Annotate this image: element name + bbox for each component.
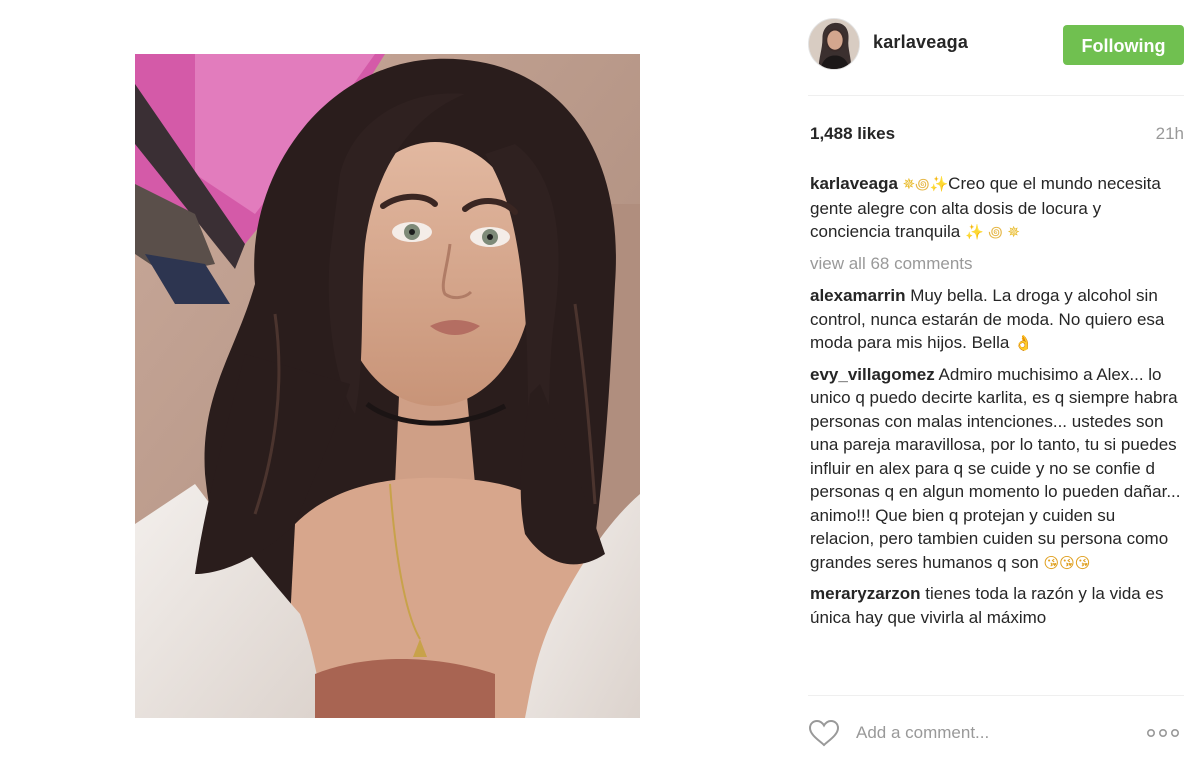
caption-username[interactable]: karlaveaga	[810, 174, 898, 193]
heart-outline-icon[interactable]	[808, 719, 840, 747]
kiss-face-emoji: 😘😘😘	[1043, 553, 1091, 572]
selfie-image	[135, 54, 640, 718]
comment-item: alexamarrin Muy bella. La droga y alcoho…	[810, 284, 1182, 356]
comment-username[interactable]: alexamarrin	[810, 286, 905, 305]
glowing-star-emoji: ✵	[902, 175, 916, 193]
header-username[interactable]: karlaveaga	[873, 32, 968, 53]
likes-count[interactable]: 1,488 likes	[810, 124, 895, 144]
glowing-star-emoji: ✵	[1007, 223, 1020, 241]
divider	[808, 95, 1184, 96]
sparkles-emoji: ✨	[965, 223, 984, 241]
more-options-icon[interactable]	[1146, 723, 1180, 743]
comment-text: Admiro muchisimo a Alex... lo unico q pu…	[810, 364, 1181, 572]
add-comment-input[interactable]	[854, 717, 1138, 749]
divider	[808, 695, 1184, 696]
dizzy-emoji: ꩜	[988, 223, 1003, 241]
ok-hand-emoji: 👌	[1014, 334, 1033, 352]
post-photo[interactable]	[135, 54, 640, 718]
following-button[interactable]: Following	[1063, 25, 1184, 65]
comment-footer	[808, 713, 1184, 753]
post-header: karlaveaga Following	[808, 18, 1184, 70]
dizzy-emoji: ꩜	[915, 175, 930, 193]
avatar[interactable]	[808, 18, 860, 70]
post-details-panel: karlaveaga Following 1,488 likes 21h kar…	[808, 0, 1188, 770]
comment-username[interactable]: evy_villagomez	[810, 365, 935, 384]
comment-item: evy_villagomez Admiro muchisimo a Alex..…	[810, 363, 1182, 576]
comment-item: meraryzarzon tienes toda la razón y la v…	[810, 582, 1182, 629]
comment-username[interactable]: meraryzarzon	[810, 584, 921, 603]
sparkles-emoji: ✨	[929, 175, 949, 193]
post-time[interactable]: 21h	[1156, 124, 1184, 144]
comments-list[interactable]: karlaveaga ✵꩜✨Creo que el mundo necesita…	[810, 172, 1182, 689]
view-all-comments-link[interactable]: view all 68 comments	[810, 252, 1182, 276]
caption: karlaveaga ✵꩜✨Creo que el mundo necesita…	[810, 172, 1182, 245]
